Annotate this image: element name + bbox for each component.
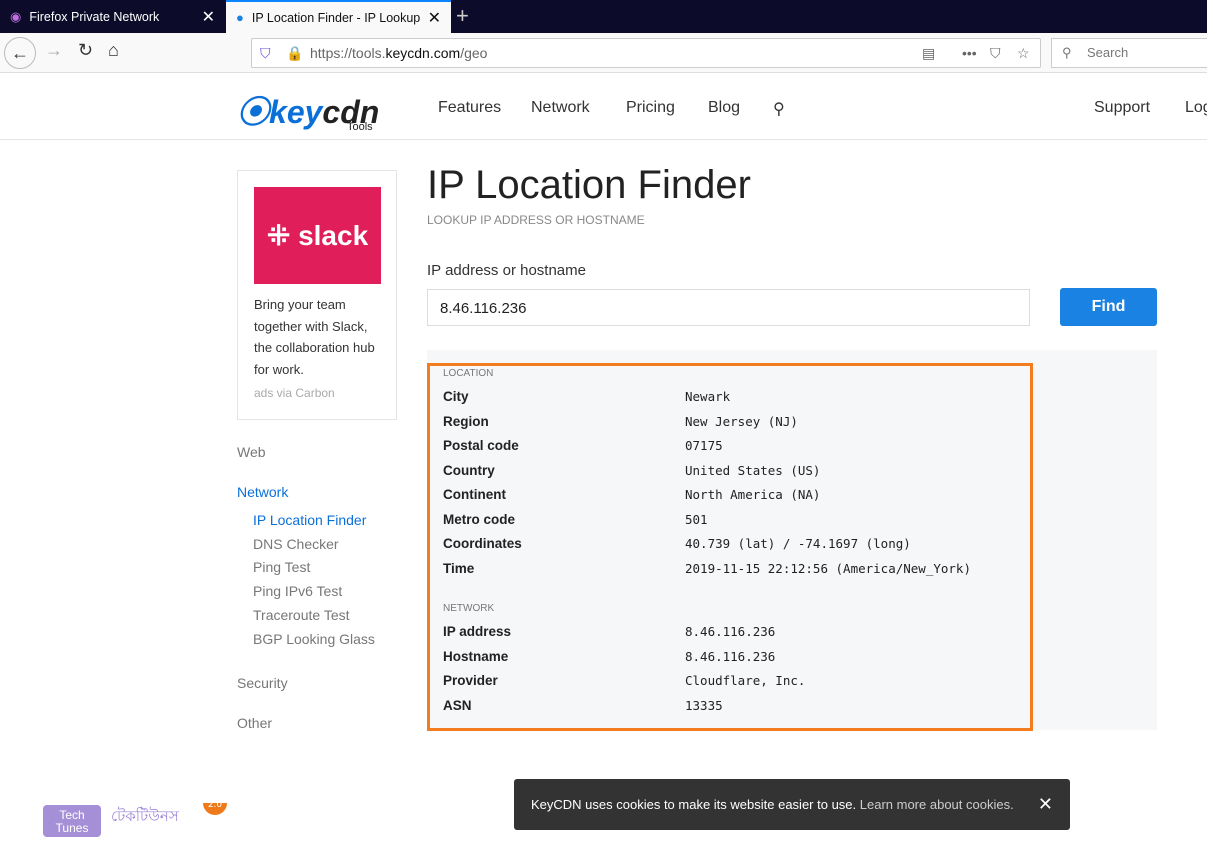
- pocket-icon[interactable]: ⛉: [990, 39, 1001, 67]
- ip-input-label: IP address or hostname: [427, 262, 586, 279]
- tab-ip-location-finder[interactable]: ● IP Location Finder - IP Lookup ✕: [226, 0, 451, 33]
- sidebar-web[interactable]: Web: [237, 444, 266, 460]
- menu-features[interactable]: Features: [438, 99, 501, 117]
- sidebar-other[interactable]: Other: [237, 715, 272, 731]
- menu-login[interactable]: Log: [1185, 99, 1207, 117]
- search-icon[interactable]: ⚲: [773, 99, 785, 119]
- result-value: 8.46.116.236: [685, 648, 776, 664]
- tab-bar: ◉ Firefox Private Network ✕ ● IP Location F…: [0, 0, 1207, 33]
- menu-support[interactable]: Support: [1094, 99, 1150, 117]
- url-bar[interactable]: ⛉ 🔒 https://tools.keycdn.com/geo ▤ ••• ⛉…: [251, 38, 1041, 68]
- carbon-ad[interactable]: ⁜ slack Bring your team together with Sl…: [237, 170, 397, 420]
- result-value: Newark: [685, 389, 731, 404]
- find-button[interactable]: Find: [1060, 288, 1157, 326]
- ad-attribution[interactable]: ads via Carbon: [254, 386, 380, 400]
- url-domain: keycdn.com: [385, 45, 461, 61]
- sidebar-security[interactable]: Security: [237, 675, 288, 691]
- result-key: Region: [443, 413, 489, 429]
- location-heading: LOCATION: [443, 368, 494, 379]
- result-value: New Jersey (NJ): [685, 413, 798, 429]
- result-value: 8.46.116.236: [685, 624, 776, 639]
- techtunes-watermark-logo: Tech Tunes টেকটিউনস 2.0: [43, 791, 233, 844]
- cookie-banner: KeyCDN uses cookies to make its website …: [514, 779, 1070, 830]
- close-tab-icon[interactable]: ✕: [428, 8, 441, 28]
- tab-title: IP Location Finder - IP Lookup: [251, 10, 421, 25]
- result-key: Provider: [443, 673, 498, 688]
- location-pin-icon: ◉: [10, 8, 22, 24]
- site-header: ⦿keycdn Tools Features Network Pricing Bl…: [0, 73, 1207, 140]
- svg-text:Tech: Tech: [59, 808, 84, 822]
- svg-text:2.0: 2.0: [208, 803, 223, 810]
- sidebar-item-bgp-looking-glass[interactable]: BGP Looking Glass: [253, 631, 375, 647]
- result-value: United States (US): [685, 462, 821, 478]
- keycdn-logo[interactable]: ⦿keycdn Tools: [237, 87, 379, 133]
- new-tab-icon[interactable]: +: [456, 3, 469, 29]
- ad-brand: slack: [298, 220, 369, 251]
- slack-ad-image[interactable]: ⁜ slack: [254, 187, 381, 284]
- sidebar-item-traceroute-test[interactable]: Traceroute Test: [253, 607, 350, 623]
- menu-pricing[interactable]: Pricing: [626, 99, 675, 117]
- tab-title: Firefox Private Network: [29, 9, 160, 24]
- close-icon[interactable]: ✕: [1038, 779, 1053, 830]
- reload-icon[interactable]: ↻: [78, 40, 93, 61]
- lock-icon: 🔒: [286, 45, 304, 61]
- ip-input[interactable]: 8.46.116.236: [427, 289, 1030, 326]
- logo-sub: Tools: [347, 121, 373, 133]
- result-value: 2019-11-15 22:12:56 (America/New_York): [685, 560, 971, 576]
- network-heading: NETWORK: [443, 603, 495, 614]
- search-icon: ⚲: [1062, 45, 1072, 60]
- menu-blog[interactable]: Blog: [708, 99, 740, 117]
- forward-icon[interactable]: →: [45, 40, 63, 61]
- result-key: Hostname: [443, 648, 509, 664]
- sidebar-network[interactable]: Network: [237, 484, 288, 500]
- search-placeholder: Search: [1087, 45, 1129, 60]
- back-icon[interactable]: ←: [4, 37, 36, 69]
- result-key: City: [443, 389, 469, 404]
- result-value: 07175: [685, 438, 723, 453]
- result-key: Coordinates: [443, 536, 522, 551]
- url-prefix: https://tools.: [310, 45, 386, 61]
- url-path: /geo: [460, 45, 488, 61]
- svg-text:Tunes: Tunes: [56, 821, 89, 835]
- page-subtitle: LOOKUP IP ADDRESS OR HOSTNAME: [427, 213, 645, 227]
- result-key: Time: [443, 560, 475, 576]
- logo-key: key: [269, 94, 323, 130]
- result-value: 501: [685, 511, 708, 527]
- reader-view-icon[interactable]: ▤: [922, 39, 935, 67]
- result-key: ASN: [443, 697, 472, 713]
- sidebar-item-ip-location-finder[interactable]: IP Location Finder: [253, 512, 366, 528]
- page-title: IP Location Finder: [427, 163, 751, 207]
- ad-text[interactable]: Bring your team together with Slack, the…: [254, 294, 380, 380]
- search-input[interactable]: ⚲ Search: [1051, 38, 1207, 68]
- cookie-learn-more-link[interactable]: Learn more about cookies.: [860, 797, 1014, 812]
- shield-icon: ⛉: [260, 45, 271, 61]
- result-key: Postal code: [443, 438, 519, 453]
- result-key: IP address: [443, 624, 512, 639]
- home-icon[interactable]: ⌂: [108, 40, 119, 61]
- result-value: 40.739 (lat) / -74.1697 (long): [685, 536, 911, 551]
- sidebar-item-ping-ipv6-test[interactable]: Ping IPv6 Test: [253, 583, 342, 599]
- result-key: Country: [443, 462, 495, 478]
- tab-firefox-private-network[interactable]: ◉ Firefox Private Network ✕: [0, 0, 225, 33]
- result-value: North America (NA): [685, 487, 821, 502]
- svg-text:টেকটিউনস: টেকটিউনস: [111, 807, 180, 825]
- sidebar-item-dns-checker[interactable]: DNS Checker: [253, 536, 339, 552]
- result-key: Continent: [443, 487, 506, 502]
- cookie-text: KeyCDN uses cookies to make its website …: [531, 797, 860, 812]
- nav-bar: ← → ↻ ⌂ ⛉ 🔒 https://tools.keycdn.com/geo…: [0, 33, 1207, 73]
- result-value: Cloudflare, Inc.: [685, 673, 806, 688]
- result-key: Metro code: [443, 511, 516, 527]
- menu-network[interactable]: Network: [531, 99, 590, 117]
- sidebar-item-ping-test[interactable]: Ping Test: [253, 559, 310, 575]
- logo-key-icon: ⦿: [237, 94, 270, 130]
- more-icon[interactable]: •••: [962, 39, 977, 67]
- bookmark-star-icon[interactable]: ☆: [1017, 39, 1030, 67]
- result-value: 13335: [685, 697, 723, 713]
- close-tab-icon[interactable]: ✕: [202, 7, 215, 27]
- keycdn-favicon-icon: ●: [236, 10, 244, 25]
